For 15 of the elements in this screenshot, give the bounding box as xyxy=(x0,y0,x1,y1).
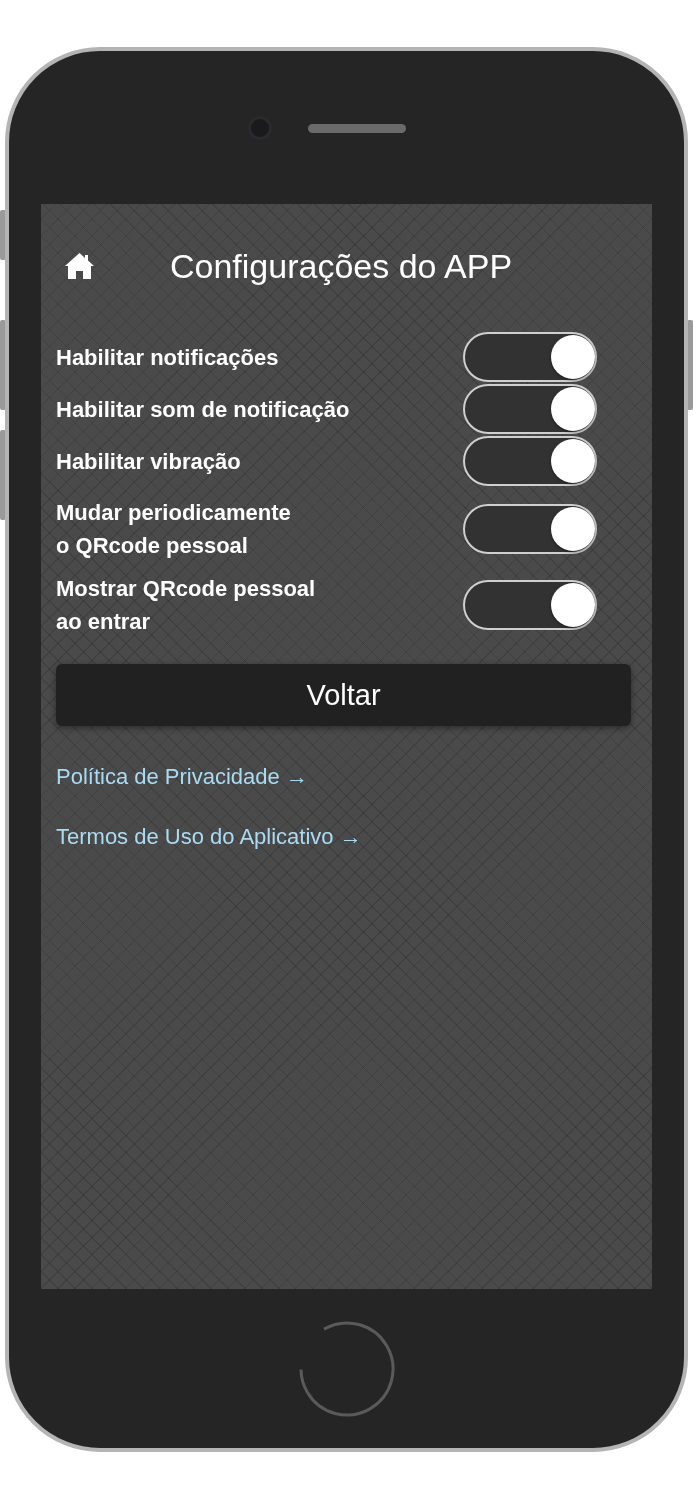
setting-label: Habilitar som de notificação xyxy=(56,395,350,424)
back-button[interactable]: Voltar xyxy=(56,664,631,726)
setting-label: Mudar periodicamente o QRcode pessoal xyxy=(56,499,291,560)
toggle-switch[interactable] xyxy=(463,580,597,630)
home-icon[interactable] xyxy=(64,252,95,280)
page-title: Configurações do APP xyxy=(170,246,513,286)
text-link[interactable]: Política de Privacidade → xyxy=(56,764,308,790)
toggle-switch[interactable] xyxy=(463,504,597,554)
toggle-switch[interactable] xyxy=(463,332,597,382)
toggle-switch[interactable] xyxy=(463,436,597,486)
toggle-switch[interactable] xyxy=(463,384,597,434)
setting-label: Mostrar QRcode pessoal ao entrar xyxy=(56,575,316,636)
setting-label: Habilitar vibração xyxy=(56,447,241,476)
text-link[interactable]: Termos de Uso do Aplicativo → xyxy=(56,824,362,850)
setting-label: Habilitar notificações xyxy=(56,343,279,372)
